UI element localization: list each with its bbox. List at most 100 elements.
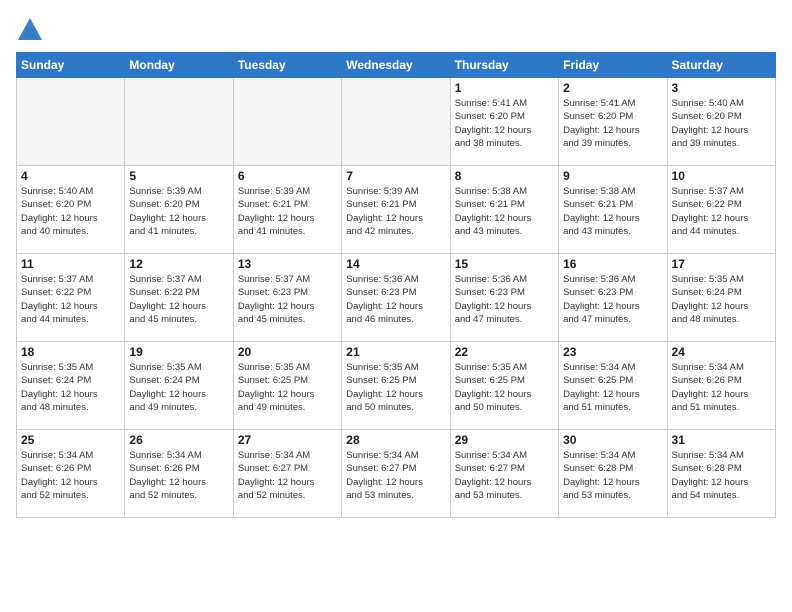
calendar-body: 1 Sunrise: 5:41 AM Sunset: 6:20 PM Daylig… [17,78,776,518]
logo [16,16,48,44]
calendar-cell [17,78,125,166]
calendar-cell: 2Sunrise: 5:41 AM Sunset: 6:20 PM Daylig… [559,78,667,166]
weekday-header-sunday: Sunday [17,53,125,78]
calendar-cell: 19 Sunrise: 5:35 AM Sunset: 6:24 PM Dayli… [125,342,233,430]
day-info: Sunrise: 5:40 AM Sunset: 6:20 PM Dayligh… [21,185,120,238]
calendar-cell: 3 Sunrise: 5:40 AM Sunset: 6:20 PM Daylig… [667,78,775,166]
day-info: Sunrise: 5:41 AM Sunset: 6:20 PM Dayligh… [455,97,554,150]
day-info: Sunrise: 5:36 AM Sunset: 6:23 PM Dayligh… [455,273,554,326]
day-info: Sunrise: 5:34 AM Sunset: 6:28 PM Dayligh… [563,449,662,502]
day-number: 23 [563,345,662,359]
day-number: 14 [346,257,445,271]
calendar-cell: 29Sunrise: 5:34 AM Sunset: 6:27 PM Dayli… [450,430,558,518]
day-number: 25 [21,433,120,447]
day-info: Sunrise: 5:39 AM Sunset: 6:21 PM Dayligh… [238,185,337,238]
day-number: 22 [455,345,554,359]
calendar-cell: 13 Sunrise: 5:37 AM Sunset: 6:23 PM Dayli… [233,254,341,342]
calendar-cell: 7 Sunrise: 5:39 AM Sunset: 6:21 PM Daylig… [342,166,450,254]
day-number: 13 [238,257,337,271]
day-number: 19 [129,345,228,359]
calendar-cell: 10Sunrise: 5:37 AM Sunset: 6:22 PM Dayli… [667,166,775,254]
day-number: 15 [455,257,554,271]
day-number: 12 [129,257,228,271]
day-number: 8 [455,169,554,183]
calendar-cell: 18 Sunrise: 5:35 AM Sunset: 6:24 PM Dayli… [17,342,125,430]
day-info: Sunrise: 5:40 AM Sunset: 6:20 PM Dayligh… [672,97,771,150]
day-info: Sunrise: 5:39 AM Sunset: 6:20 PM Dayligh… [129,185,228,238]
calendar-cell: 20 Sunrise: 5:35 AM Sunset: 6:25 PM Dayli… [233,342,341,430]
calendar-cell: 21 Sunrise: 5:35 AM Sunset: 6:25 PM Dayli… [342,342,450,430]
day-number: 7 [346,169,445,183]
calendar-table: SundayMondayTuesdayWednesdayThursdayFrid… [16,52,776,518]
day-info: Sunrise: 5:35 AM Sunset: 6:24 PM Dayligh… [129,361,228,414]
page-header [16,16,776,44]
weekday-header-friday: Friday [559,53,667,78]
calendar-cell [342,78,450,166]
day-number: 5 [129,169,228,183]
calendar-cell: 31 Sunrise: 5:34 AM Sunset: 6:28 PM Dayli… [667,430,775,518]
weekday-header-row: SundayMondayTuesdayWednesdayThursdayFrid… [17,53,776,78]
day-info: Sunrise: 5:35 AM Sunset: 6:25 PM Dayligh… [455,361,554,414]
calendar-cell: 12Sunrise: 5:37 AM Sunset: 6:22 PM Dayli… [125,254,233,342]
day-info: Sunrise: 5:34 AM Sunset: 6:28 PM Dayligh… [672,449,771,502]
calendar-cell: 1 Sunrise: 5:41 AM Sunset: 6:20 PM Daylig… [450,78,558,166]
calendar-cell: 17Sunrise: 5:35 AM Sunset: 6:24 PM Dayli… [667,254,775,342]
calendar-cell: 25 Sunrise: 5:34 AM Sunset: 6:26 PM Dayli… [17,430,125,518]
weekday-header-monday: Monday [125,53,233,78]
day-number: 18 [21,345,120,359]
day-info: Sunrise: 5:34 AM Sunset: 6:27 PM Dayligh… [346,449,445,502]
calendar-cell: 22 Sunrise: 5:35 AM Sunset: 6:25 PM Dayli… [450,342,558,430]
calendar-cell: 26 Sunrise: 5:34 AM Sunset: 6:26 PM Dayli… [125,430,233,518]
day-info: Sunrise: 5:34 AM Sunset: 6:26 PM Dayligh… [21,449,120,502]
calendar-week-row: 18 Sunrise: 5:35 AM Sunset: 6:24 PM Dayli… [17,342,776,430]
calendar-week-row: 25 Sunrise: 5:34 AM Sunset: 6:26 PM Dayli… [17,430,776,518]
day-number: 28 [346,433,445,447]
weekday-header-wednesday: Wednesday [342,53,450,78]
day-number: 21 [346,345,445,359]
logo-icon [16,16,44,44]
calendar-cell: 6 Sunrise: 5:39 AM Sunset: 6:21 PM Daylig… [233,166,341,254]
day-info: Sunrise: 5:37 AM Sunset: 6:22 PM Dayligh… [21,273,120,326]
day-info: Sunrise: 5:35 AM Sunset: 6:24 PM Dayligh… [21,361,120,414]
calendar-cell: 8Sunrise: 5:38 AM Sunset: 6:21 PM Daylig… [450,166,558,254]
day-info: Sunrise: 5:34 AM Sunset: 6:25 PM Dayligh… [563,361,662,414]
calendar-cell: 28 Sunrise: 5:34 AM Sunset: 6:27 PM Dayli… [342,430,450,518]
day-info: Sunrise: 5:37 AM Sunset: 6:22 PM Dayligh… [672,185,771,238]
day-number: 2 [563,81,662,95]
weekday-header-saturday: Saturday [667,53,775,78]
day-info: Sunrise: 5:34 AM Sunset: 6:27 PM Dayligh… [238,449,337,502]
day-info: Sunrise: 5:35 AM Sunset: 6:25 PM Dayligh… [346,361,445,414]
weekday-header-thursday: Thursday [450,53,558,78]
calendar-cell: 16Sunrise: 5:36 AM Sunset: 6:23 PM Dayli… [559,254,667,342]
day-number: 9 [563,169,662,183]
day-number: 3 [672,81,771,95]
calendar-cell: 23 Sunrise: 5:34 AM Sunset: 6:25 PM Dayli… [559,342,667,430]
calendar-cell: 11 Sunrise: 5:37 AM Sunset: 6:22 PM Dayli… [17,254,125,342]
calendar-cell: 30 Sunrise: 5:34 AM Sunset: 6:28 PM Dayli… [559,430,667,518]
day-number: 31 [672,433,771,447]
calendar-week-row: 11 Sunrise: 5:37 AM Sunset: 6:22 PM Dayli… [17,254,776,342]
day-info: Sunrise: 5:34 AM Sunset: 6:27 PM Dayligh… [455,449,554,502]
day-number: 26 [129,433,228,447]
calendar-cell: 24Sunrise: 5:34 AM Sunset: 6:26 PM Dayli… [667,342,775,430]
calendar-cell [125,78,233,166]
day-number: 24 [672,345,771,359]
day-number: 11 [21,257,120,271]
calendar-cell: 27 Sunrise: 5:34 AM Sunset: 6:27 PM Dayli… [233,430,341,518]
day-info: Sunrise: 5:34 AM Sunset: 6:26 PM Dayligh… [129,449,228,502]
calendar-cell: 14Sunrise: 5:36 AM Sunset: 6:23 PM Dayli… [342,254,450,342]
day-number: 1 [455,81,554,95]
day-number: 30 [563,433,662,447]
calendar-cell: 4Sunrise: 5:40 AM Sunset: 6:20 PM Daylig… [17,166,125,254]
day-info: Sunrise: 5:37 AM Sunset: 6:23 PM Dayligh… [238,273,337,326]
day-info: Sunrise: 5:35 AM Sunset: 6:25 PM Dayligh… [238,361,337,414]
day-number: 6 [238,169,337,183]
calendar-week-row: 1 Sunrise: 5:41 AM Sunset: 6:20 PM Daylig… [17,78,776,166]
calendar-header: SundayMondayTuesdayWednesdayThursdayFrid… [17,53,776,78]
day-number: 20 [238,345,337,359]
day-info: Sunrise: 5:38 AM Sunset: 6:21 PM Dayligh… [563,185,662,238]
day-number: 27 [238,433,337,447]
day-number: 16 [563,257,662,271]
day-info: Sunrise: 5:39 AM Sunset: 6:21 PM Dayligh… [346,185,445,238]
calendar-cell: 9 Sunrise: 5:38 AM Sunset: 6:21 PM Daylig… [559,166,667,254]
